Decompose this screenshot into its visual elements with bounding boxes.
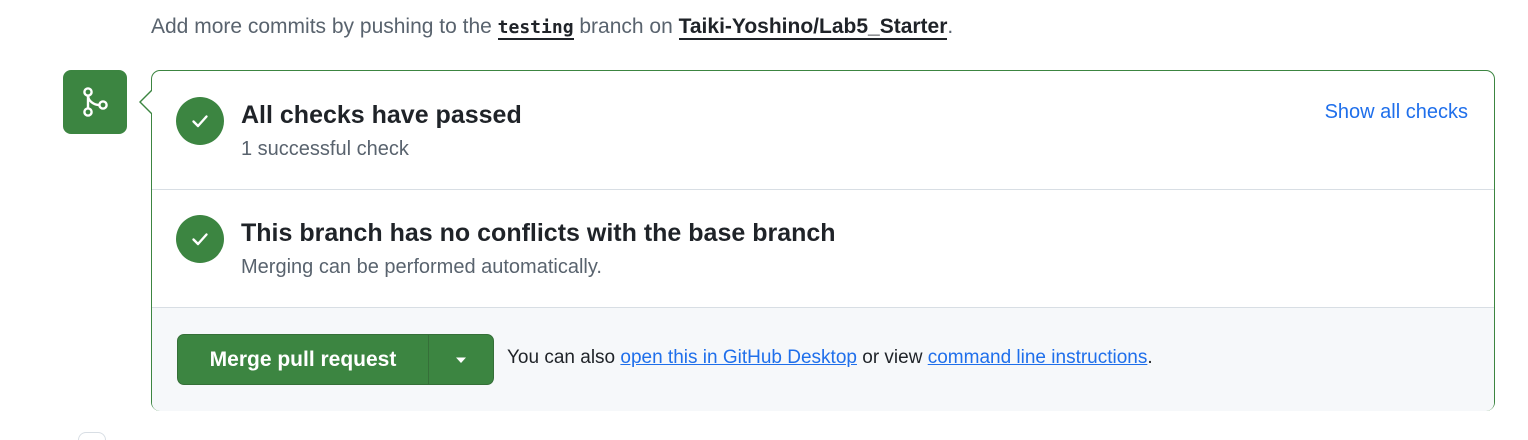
push-hint-middle: branch on — [573, 15, 679, 38]
conflicts-subtitle: Merging can be performed automatically. — [241, 256, 602, 278]
merge-alternatives: You can also open this in GitHub Desktop… — [507, 347, 1153, 369]
next-avatar-edge — [78, 432, 106, 440]
also-middle: or view — [856, 347, 928, 368]
box-pointer-fill — [141, 91, 152, 113]
triangle-down-icon — [456, 357, 466, 363]
git-merge-icon — [63, 70, 127, 134]
open-github-desktop-link[interactable]: open this in GitHub Desktop — [620, 347, 857, 368]
branch-name[interactable]: testing — [497, 17, 574, 40]
check-icon — [176, 97, 224, 145]
repo-link[interactable]: Taiki-Yoshino/Lab5_Starter — [678, 15, 948, 40]
merge-pull-request-button[interactable]: Merge pull request — [178, 335, 429, 384]
merge-button-group: Merge pull request — [177, 334, 494, 385]
merge-box: All checks have passed 1 successful chec… — [151, 70, 1495, 411]
merge-options-dropdown[interactable] — [429, 335, 493, 384]
conflicts-title: This branch has no conflicts with the ba… — [241, 219, 836, 247]
checks-section: All checks have passed 1 successful chec… — [152, 71, 1494, 190]
also-prefix: You can also — [507, 347, 621, 368]
push-hint-suffix: . — [947, 15, 954, 38]
push-hint: Add more commits by pushing to the testi… — [151, 15, 954, 40]
conflicts-section: This branch has no conflicts with the ba… — [152, 190, 1494, 308]
check-icon — [176, 215, 224, 263]
command-line-instructions-link[interactable]: command line instructions — [928, 347, 1148, 368]
also-suffix: . — [1147, 347, 1153, 368]
merge-section: Merge pull request You can also open thi… — [152, 308, 1494, 411]
push-hint-prefix: Add more commits by pushing to the — [151, 15, 498, 38]
checks-subtitle: 1 successful check — [241, 138, 409, 160]
checks-title: All checks have passed — [241, 101, 522, 129]
show-all-checks-link[interactable]: Show all checks — [1325, 101, 1468, 124]
